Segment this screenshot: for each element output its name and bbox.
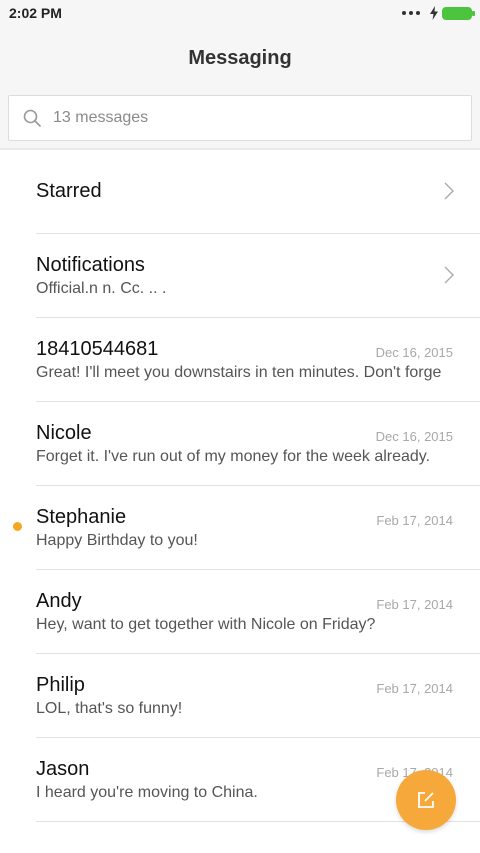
overflow-dots-icon — [402, 11, 420, 15]
list-item-title: Andy — [36, 590, 82, 612]
list-item-title: Stephanie — [36, 506, 127, 528]
compose-button[interactable] — [396, 770, 456, 830]
list-item-preview: Hey, want to get together with Nicole on… — [36, 616, 376, 633]
unread-indicator — [13, 522, 22, 531]
chevron-right-icon — [444, 266, 454, 284]
list-item-title: Philip — [36, 674, 85, 696]
list-item-preview: Official.n n. Cc. .. . — [36, 280, 167, 297]
list-item-title: Nicole — [36, 422, 92, 444]
list-item-date: Dec 16, 2015 — [375, 345, 453, 360]
search-icon — [23, 109, 41, 127]
list-item-preview: LOL, that's so funny! — [36, 700, 183, 717]
list-item-conversation[interactable]: Nicole Dec 16, 2015 Forget it. I've run … — [0, 402, 480, 486]
list-item-conversation[interactable]: Philip Feb 17, 2014 LOL, that's so funny… — [0, 654, 480, 738]
page-title: Messaging — [188, 46, 292, 69]
chevron-right-icon — [444, 182, 454, 200]
thread-list: Starred Notifications Official.n n. Cc. … — [0, 150, 480, 822]
status-icons — [402, 6, 475, 20]
list-item-conversation[interactable]: Andy Feb 17, 2014 Hey, want to get toget… — [0, 570, 480, 654]
list-item-title: 18410544681 — [36, 338, 159, 360]
compose-icon — [418, 792, 434, 808]
charging-bolt-icon — [430, 6, 438, 20]
list-item-date: Feb 17, 2014 — [376, 513, 453, 528]
status-bar: 2:02 PM — [0, 0, 480, 28]
list-item-date: Feb 17, 2014 — [376, 681, 453, 696]
list-item-notifications[interactable]: Notifications Official.n n. Cc. .. . — [0, 234, 480, 318]
list-item-conversation[interactable]: Stephanie Feb 17, 2014 Happy Birthday to… — [0, 486, 480, 570]
list-item-preview: I heard you're moving to China. — [36, 784, 258, 801]
status-time: 2:02 PM — [9, 5, 62, 21]
list-item-conversation[interactable]: 18410544681 Dec 16, 2015 Great! I'll mee… — [0, 318, 480, 402]
list-item-title: Notifications — [36, 254, 145, 276]
list-item-date: Feb 17, 2014 — [376, 597, 453, 612]
list-item-preview: Happy Birthday to you! — [36, 532, 198, 549]
search-input[interactable] — [53, 109, 433, 127]
list-item-title: Starred — [36, 180, 102, 202]
app-header: Messaging — [0, 28, 480, 88]
list-item-title: Jason — [36, 758, 90, 780]
battery-icon — [442, 6, 475, 20]
list-item-preview: Great! I'll meet you downstairs in ten m… — [36, 364, 442, 381]
search-box[interactable] — [8, 95, 472, 141]
list-item-preview: Forget it. I've run out of my money for … — [36, 448, 431, 465]
search-bar-container — [0, 88, 480, 148]
list-item-date: Dec 16, 2015 — [375, 429, 453, 444]
list-item-starred[interactable]: Starred — [0, 150, 480, 234]
